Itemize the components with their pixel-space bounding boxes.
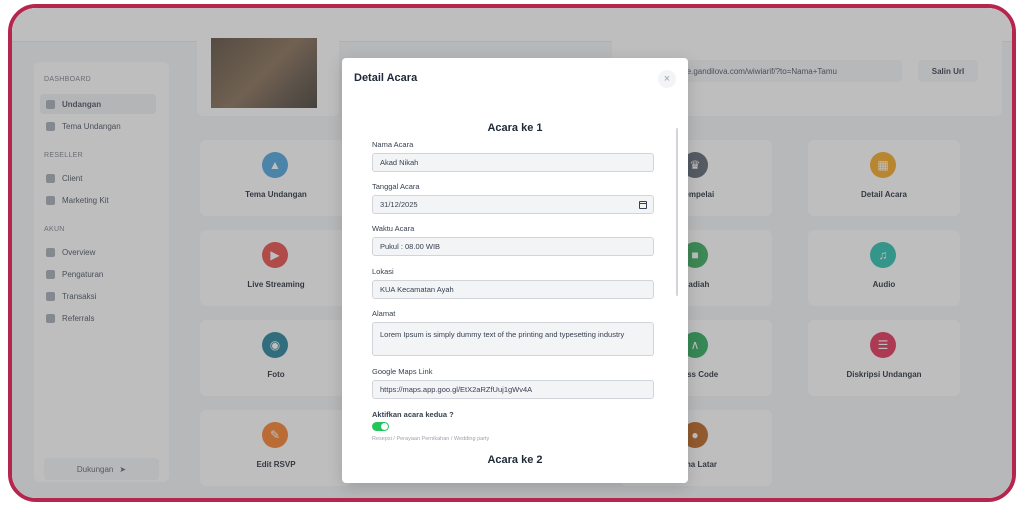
- screenshot-frame: DASHBOARD Undangan Tema Undangan RESELLE…: [8, 4, 1016, 502]
- modal-scrollbar[interactable]: [676, 128, 678, 296]
- lokasi-input[interactable]: KUA Kecamatan Ayah: [372, 280, 654, 299]
- google-maps-label: Google Maps Link: [372, 367, 433, 376]
- second-event-toggle-label: Aktifkan acara kedua ?: [372, 410, 454, 419]
- second-event-hint: Resepsi / Perayaan Pernikahan / Wedding …: [372, 436, 490, 442]
- alamat-textarea[interactable]: Lorem Ipsum is simply dummy text of the …: [372, 322, 654, 356]
- toggle-knob: [381, 423, 388, 430]
- waktu-acara-input[interactable]: Pukul : 08.00 WIB: [372, 237, 654, 256]
- nama-acara-label: Nama Acara: [372, 140, 414, 149]
- close-icon[interactable]: ×: [658, 70, 676, 88]
- second-event-toggle[interactable]: [372, 422, 389, 431]
- tanggal-acara-label: Tanggal Acara: [372, 182, 420, 191]
- tanggal-acara-input[interactable]: 31/12/2025: [372, 195, 654, 214]
- alamat-label: Alamat: [372, 309, 396, 318]
- waktu-acara-label: Waktu Acara: [372, 224, 415, 233]
- event-1-heading: Acara ke 1: [487, 122, 543, 134]
- detail-acara-modal: Detail Acara × Acara ke 1 Nama Acara Aka…: [342, 58, 688, 483]
- nama-acara-input[interactable]: Akad Nikah: [372, 153, 654, 172]
- tanggal-acara-value: 31/12/2025: [380, 200, 418, 209]
- event-2-heading: Acara ke 2: [487, 454, 543, 466]
- modal-title: Detail Acara: [354, 72, 418, 84]
- lokasi-label: Lokasi: [372, 267, 394, 276]
- google-maps-input[interactable]: https://maps.app.goo.gl/EtX2aRZfUuj1gWv4…: [372, 380, 654, 399]
- calendar-icon[interactable]: [639, 201, 647, 209]
